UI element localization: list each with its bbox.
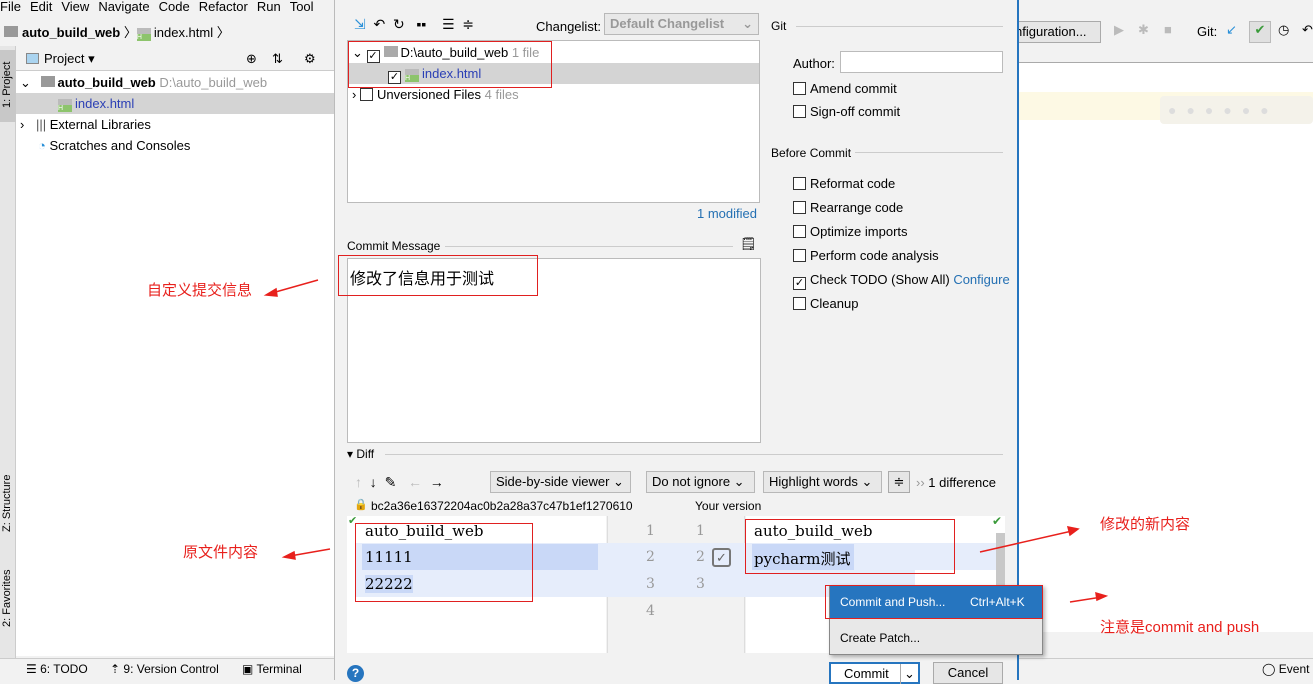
arrow [979, 530, 1073, 553]
arrow [271, 279, 319, 294]
arrowhead [1066, 526, 1080, 537]
annotation-arrows [263, 279, 1109, 603]
arrowhead [263, 287, 278, 297]
arrowhead [1095, 591, 1109, 602]
arrowhead [281, 550, 296, 560]
arrow [289, 548, 331, 557]
